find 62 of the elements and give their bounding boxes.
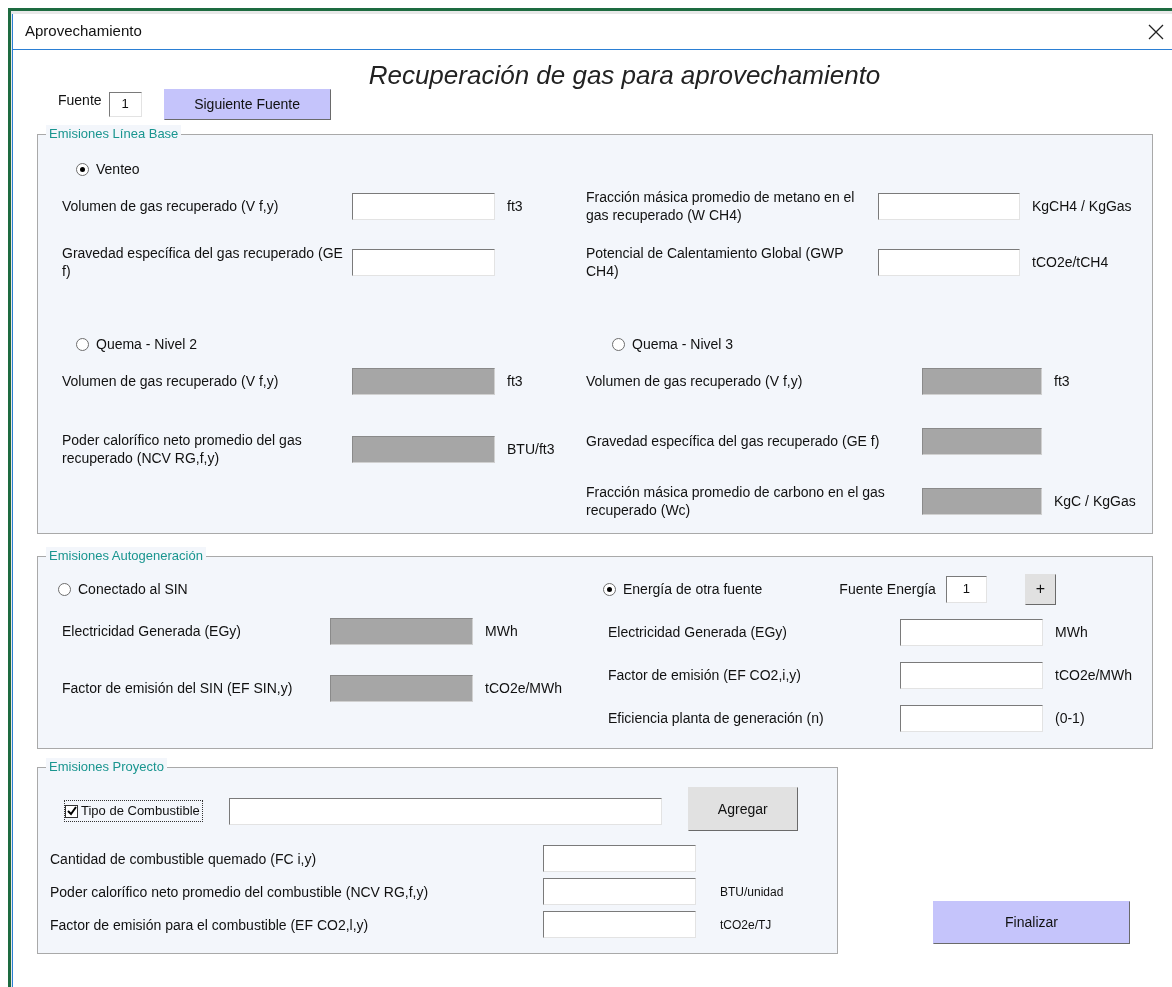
field-label: Volumen de gas recuperado (V f,y)	[586, 372, 804, 390]
unit-label: MWh	[1055, 622, 1088, 642]
close-icon[interactable]	[1148, 23, 1164, 40]
fuel-type-field[interactable]	[228, 797, 662, 825]
unit-label: ft3	[507, 371, 523, 391]
input-field[interactable]	[900, 618, 1043, 646]
unit-label: BTU/ft3	[507, 439, 555, 459]
unit-label: ft3	[507, 196, 523, 216]
input-field[interactable]	[878, 248, 1020, 276]
fuel-type-checkbox[interactable]: Tipo de Combustible	[64, 800, 203, 822]
input-field[interactable]	[543, 878, 696, 905]
add-button[interactable]: Agregar	[687, 787, 798, 831]
field-label: Electricidad Generada (EGy)	[608, 623, 788, 641]
radio-option[interactable]: Quema - Nivel 2	[76, 334, 198, 355]
unit-label: ft3	[1054, 371, 1070, 391]
input-field[interactable]	[543, 845, 696, 872]
input-field[interactable]	[878, 192, 1020, 220]
input-field[interactable]: 1	[945, 575, 987, 603]
field-label: Poder calorífico neto promedio del gas recuperado (NCV RG,f,y)	[62, 431, 303, 467]
finish-button[interactable]: Finalizar	[933, 901, 1130, 944]
field-label: Factor de emisión (EF CO2,i,y)	[608, 666, 802, 684]
unit-label: tCO2e/TJ	[720, 916, 772, 934]
unit-label: tCO2e/MWh	[1055, 665, 1132, 685]
input-field[interactable]: 1	[108, 91, 142, 117]
field-label: Electricidad Generada (EGy)	[62, 622, 242, 640]
input-field[interactable]	[900, 704, 1043, 732]
next-source-button[interactable]: Siguiente Fuente	[163, 88, 331, 120]
radio-option[interactable]: Conectado al SIN	[58, 579, 188, 600]
check-icon	[66, 806, 77, 816]
field-label: Fracción másica promedio de metano en el gas recuperado (W CH4)	[586, 188, 856, 224]
field-label: Fuente Energía	[839, 579, 936, 599]
unit-label: tCO2e/MWh	[485, 678, 562, 698]
form-heading: Recuperación de gas para aprovechamiento	[368, 59, 881, 91]
field-label: Poder calorífico neto promedio del combustible (NCV RG,f,y)	[50, 882, 430, 901]
field-label: Eficiencia planta de generación (n)	[608, 709, 825, 727]
field-label: Volumen de gas recuperado (V f,y)	[62, 372, 280, 390]
field-label: Fracción másica promedio de carbono en el gas recuperado (Wc)	[586, 483, 886, 519]
unit-label: MWh	[485, 621, 518, 641]
radio-option[interactable]: Energía de otra fuente	[603, 578, 763, 600]
window-title: Aprovechamiento	[25, 21, 142, 42]
unit-label: KgC / KgGas	[1054, 491, 1136, 511]
add-source-button[interactable]: +	[1024, 573, 1056, 605]
field-label: Gravedad específica del gas recuperado (GE f)	[586, 432, 881, 450]
input-field[interactable]	[352, 248, 495, 276]
field-label: Fuente	[58, 90, 102, 110]
field-label: Factor de emisión del SIN (EF SIN,y)	[62, 679, 294, 697]
group-legend: Emisiones Proyecto	[46, 758, 167, 776]
input-field[interactable]	[352, 192, 495, 220]
unit-label: BTU/unidad	[720, 883, 784, 901]
group-legend: Emisiones Autogeneración	[46, 547, 206, 565]
field-label: Cantidad de combustible quemado (FC i,y)	[50, 849, 318, 868]
unit-label: (0-1)	[1055, 708, 1085, 728]
field-label: Gravedad específica del gas recuperado (GE f)	[62, 244, 344, 280]
field-label: Factor de emisión para el combustible (EF CO2,l,y)	[50, 915, 370, 934]
radio-option[interactable]: Venteo	[76, 159, 140, 180]
input-field[interactable]	[900, 661, 1043, 689]
unit-label: tCO2e/tCH4	[1032, 252, 1109, 272]
unit-label: KgCH4 / KgGas	[1032, 196, 1132, 216]
radio-option[interactable]: Quema - Nivel 3	[612, 334, 734, 355]
field-label: Volumen de gas recuperado (V f,y)	[62, 197, 280, 215]
field-label: Potencial de Calentamiento Global (GWP CH4)	[586, 244, 845, 280]
input-field[interactable]	[543, 911, 696, 938]
